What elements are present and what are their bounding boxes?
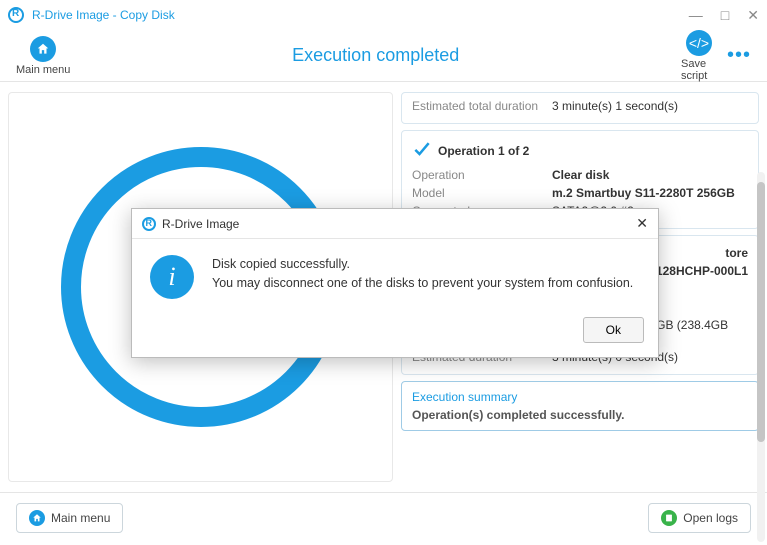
logs-icon bbox=[661, 510, 677, 526]
estimate-card: Estimated total duration 3 minute(s) 1 s… bbox=[401, 92, 759, 124]
footer-main-menu-button[interactable]: Main menu bbox=[16, 503, 123, 533]
close-icon[interactable]: ✕ bbox=[747, 7, 759, 24]
dialog-line1: Disk copied successfully. bbox=[212, 255, 633, 274]
page-title: Execution completed bbox=[70, 45, 681, 66]
dialog-close-icon[interactable]: ✕ bbox=[636, 215, 648, 232]
dialog-body: i Disk copied successfully. You may disc… bbox=[132, 239, 658, 309]
home-icon bbox=[30, 36, 56, 62]
dialog-text: Disk copied successfully. You may discon… bbox=[212, 255, 633, 293]
info-icon: i bbox=[150, 255, 194, 299]
more-icon[interactable]: ••• bbox=[727, 44, 751, 67]
op1-model-v: m.2 Smartbuy S11-2280T 256GB bbox=[552, 186, 735, 200]
app-logo-icon bbox=[142, 217, 156, 231]
save-script-label: Save script bbox=[681, 58, 717, 82]
toolbar: Main menu Execution completed </> Save s… bbox=[0, 30, 767, 82]
op2-tore: tore bbox=[725, 246, 748, 260]
window-controls: — □ ✕ bbox=[689, 7, 759, 24]
footer: Main menu Open logs bbox=[0, 492, 767, 542]
op2-model-tail: 128HCHP-000L1 bbox=[656, 264, 748, 278]
code-icon: </> bbox=[686, 30, 712, 56]
minimize-icon[interactable]: — bbox=[689, 7, 703, 24]
dialog-line2: You may disconnect one of the disks to p… bbox=[212, 274, 633, 293]
home-icon bbox=[29, 510, 45, 526]
summary-title: Execution summary bbox=[412, 390, 748, 404]
op1-op-k: Operation bbox=[412, 168, 552, 182]
maximize-icon[interactable]: □ bbox=[721, 7, 729, 24]
main-menu-button[interactable]: Main menu bbox=[16, 36, 70, 76]
ok-button[interactable]: Ok bbox=[583, 317, 644, 343]
main-menu-label: Main menu bbox=[16, 64, 70, 76]
scrollbar[interactable] bbox=[757, 172, 765, 542]
titlebar: R-Drive Image - Copy Disk — □ ✕ bbox=[0, 0, 767, 30]
check-icon bbox=[412, 139, 432, 162]
summary-text: Operation(s) completed successfully. bbox=[412, 408, 748, 422]
app-logo-icon bbox=[8, 7, 24, 23]
op1-op-v: Clear disk bbox=[552, 168, 609, 182]
footer-main-menu-label: Main menu bbox=[51, 511, 110, 525]
est-total-key: Estimated total duration bbox=[412, 99, 552, 113]
open-logs-button[interactable]: Open logs bbox=[648, 503, 751, 533]
dialog-titlebar: R-Drive Image ✕ bbox=[132, 209, 658, 239]
save-script-button[interactable]: </> Save script bbox=[681, 30, 717, 82]
dialog: R-Drive Image ✕ i Disk copied successful… bbox=[131, 208, 659, 358]
op1-model-k: Model bbox=[412, 186, 552, 200]
summary-card: Execution summary Operation(s) completed… bbox=[401, 381, 759, 431]
window-title: R-Drive Image - Copy Disk bbox=[32, 8, 175, 22]
dialog-actions: Ok bbox=[132, 309, 658, 357]
scroll-thumb[interactable] bbox=[757, 182, 765, 442]
est-total-val: 3 minute(s) 1 second(s) bbox=[552, 99, 678, 113]
op1-heading: Operation 1 of 2 bbox=[438, 144, 529, 158]
dialog-title: R-Drive Image bbox=[162, 217, 239, 231]
open-logs-label: Open logs bbox=[683, 511, 738, 525]
